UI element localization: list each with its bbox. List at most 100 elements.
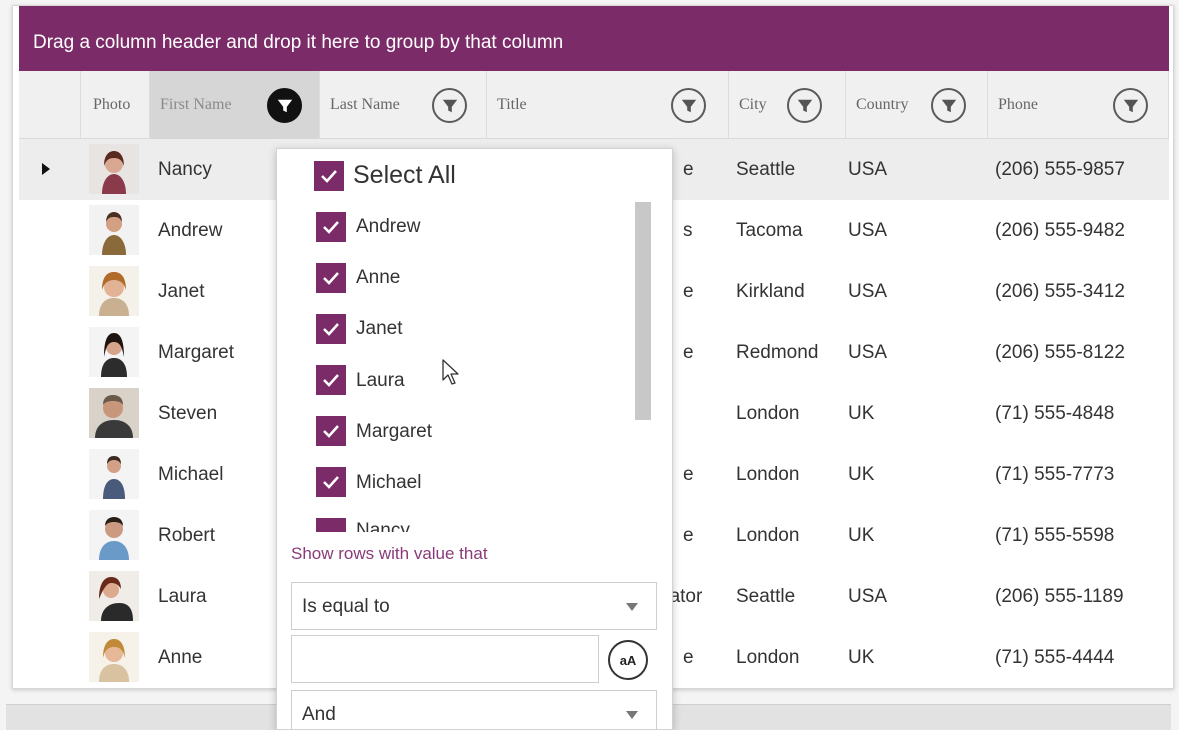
cell-city[interactable]: London [736, 505, 799, 566]
distinct-value-label: Nancy [356, 520, 410, 532]
avatar [89, 144, 139, 194]
current-row-indicator-icon [42, 163, 50, 175]
header-phone-label: Phone [998, 96, 1038, 113]
cell-title[interactable]: e [683, 444, 694, 505]
first-name-filter-icon[interactable] [267, 88, 302, 123]
city-filter-icon[interactable] [787, 88, 822, 123]
cell-first-name[interactable]: Steven [158, 383, 217, 444]
header-city-label: City [739, 96, 767, 113]
header-photo[interactable]: Photo [81, 71, 150, 139]
select-all-label: Select All [353, 161, 456, 189]
cell-first-name[interactable]: Janet [158, 261, 204, 322]
cell-first-name[interactable]: Michael [158, 444, 223, 505]
cell-country[interactable]: USA [848, 200, 887, 261]
cell-city[interactable]: London [736, 627, 799, 688]
cell-country[interactable]: USA [848, 566, 887, 627]
header-row: Photo First Name Last Name Title City Co… [19, 71, 1169, 139]
list-scrollbar[interactable] [635, 202, 651, 420]
cell-city[interactable]: Seattle [736, 566, 795, 627]
distinct-value-checkbox[interactable] [316, 314, 346, 344]
chevron-down-icon [626, 711, 638, 719]
header-city[interactable]: City [729, 71, 846, 139]
avatar [89, 571, 139, 621]
group-panel[interactable]: Drag a column header and drop it here to… [19, 6, 1169, 71]
cell-first-name[interactable]: Nancy [158, 139, 212, 200]
cell-title[interactable]: e [683, 139, 694, 200]
cell-phone[interactable]: (206) 555-3412 [995, 261, 1125, 322]
match-case-button[interactable]: aA [608, 640, 648, 680]
cell-country[interactable]: UK [848, 444, 874, 505]
last-name-filter-icon[interactable] [432, 88, 467, 123]
country-filter-icon[interactable] [931, 88, 966, 123]
filter-value-input[interactable] [291, 635, 599, 683]
cell-country[interactable]: USA [848, 322, 887, 383]
cell-city[interactable]: London [736, 383, 799, 444]
cell-first-name[interactable]: Laura [158, 566, 207, 627]
distinct-value-label: Laura [356, 370, 405, 391]
cell-country[interactable]: UK [848, 383, 874, 444]
cell-country[interactable]: UK [848, 627, 874, 688]
cell-city[interactable]: London [736, 444, 799, 505]
cell-title[interactable]: e [683, 627, 694, 688]
show-rows-label: Show rows with value that [291, 544, 488, 563]
operator-select-value: Is equal to [302, 596, 390, 617]
cell-phone[interactable]: (71) 555-5598 [995, 505, 1114, 566]
phone-filter-icon[interactable] [1113, 88, 1148, 123]
distinct-value-label: Margaret [356, 421, 433, 442]
header-last-name-label: Last Name [330, 96, 400, 113]
cell-country[interactable]: UK [848, 505, 874, 566]
distinct-value-label: Michael [356, 472, 422, 493]
cell-city[interactable]: Tacoma [736, 200, 803, 261]
operator-select[interactable]: Is equal to [291, 582, 657, 630]
avatar [89, 449, 139, 499]
cell-phone[interactable]: (206) 555-1189 [995, 566, 1124, 627]
match-case-label: aA [619, 652, 637, 668]
cell-country[interactable]: USA [848, 261, 887, 322]
distinct-value-label: Janet [356, 318, 403, 339]
cell-title[interactable]: s [683, 200, 693, 261]
cell-phone[interactable]: (71) 555-4848 [995, 383, 1114, 444]
distinct-value-checkbox[interactable] [316, 365, 346, 395]
distinct-value-checkbox[interactable] [316, 518, 346, 532]
header-country-label: Country [856, 96, 909, 113]
avatar [89, 327, 139, 377]
cell-first-name[interactable]: Andrew [158, 200, 222, 261]
header-last-name[interactable]: Last Name [320, 71, 487, 139]
distinct-value-checkbox[interactable] [316, 467, 346, 497]
cell-first-name[interactable]: Margaret [158, 322, 234, 383]
title-filter-icon[interactable] [671, 88, 706, 123]
cell-phone[interactable]: (206) 555-8122 [995, 322, 1125, 383]
header-phone[interactable]: Phone [988, 71, 1169, 139]
cell-title[interactable]: e [683, 261, 694, 322]
cell-first-name[interactable]: Robert [158, 505, 215, 566]
distinct-value-checkbox[interactable] [316, 416, 346, 446]
header-first-name-label: First Name [160, 96, 232, 113]
logical-operator-value: And [302, 704, 336, 725]
cell-phone[interactable]: (71) 555-4444 [995, 627, 1114, 688]
cell-phone[interactable]: (206) 555-9857 [995, 139, 1125, 200]
logical-operator-select[interactable]: And [291, 690, 657, 729]
avatar [89, 510, 139, 560]
check-icon [323, 272, 339, 285]
header-first-name[interactable]: First Name [150, 71, 320, 139]
cell-phone[interactable]: (71) 555-7773 [995, 444, 1114, 505]
cell-city[interactable]: Seattle [736, 139, 795, 200]
header-country[interactable]: Country [846, 71, 988, 139]
select-all-checkbox[interactable] [314, 161, 344, 191]
distinct-value-checkbox[interactable] [316, 212, 346, 242]
avatar [89, 266, 139, 316]
distinct-value-checkbox[interactable] [316, 263, 346, 293]
avatar [89, 205, 139, 255]
cell-phone[interactable]: (206) 555-9482 [995, 200, 1125, 261]
header-title[interactable]: Title [487, 71, 729, 139]
check-icon [323, 425, 339, 438]
cell-country[interactable]: USA [848, 139, 887, 200]
cell-city[interactable]: Redmond [736, 322, 818, 383]
header-title-label: Title [497, 96, 527, 113]
cell-title[interactable]: e [683, 322, 694, 383]
cell-city[interactable]: Kirkland [736, 261, 805, 322]
list-clip: Nancy [277, 518, 627, 532]
cell-title[interactable]: e [683, 505, 694, 566]
cell-first-name[interactable]: Anne [158, 627, 202, 688]
header-indicator-cell [19, 71, 81, 139]
